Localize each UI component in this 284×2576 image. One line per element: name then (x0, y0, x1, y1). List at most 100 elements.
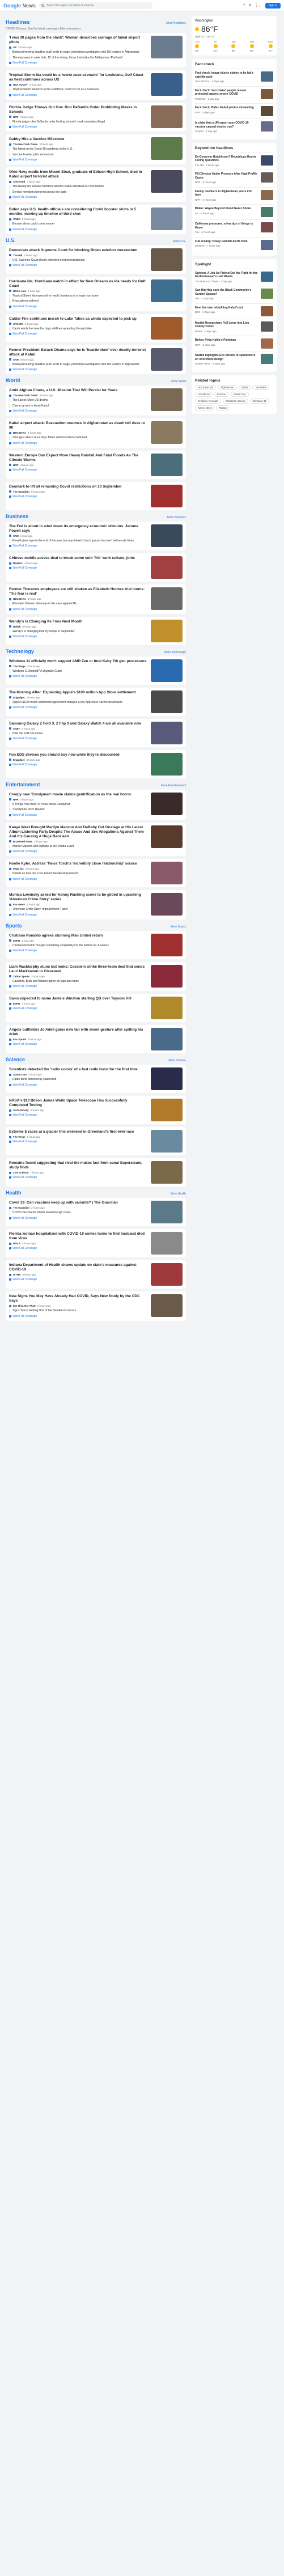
source-name[interactable]: NPR (13, 798, 19, 801)
side-headline[interactable]: Fact check: Image falsely claims to be I… (195, 71, 258, 79)
side-headline[interactable]: Meet the man rebuilding Kabul's art (195, 306, 258, 310)
headline[interactable]: Angels outfielder Jo Adell gains new fan… (9, 1028, 147, 1037)
source-name[interactable]: BBC News (13, 431, 26, 434)
headline[interactable]: Fun EDS devices you should buy now while… (9, 753, 147, 757)
headline[interactable]: Hurricane Ida: Hurricane watch in effect… (9, 279, 147, 289)
related-story[interactable]: Strongest attack since days Biden admini… (9, 436, 147, 440)
section-title[interactable]: U.S. (6, 238, 16, 243)
story-thumbnail[interactable] (151, 1067, 183, 1090)
settings-icon[interactable]: ⚙ (248, 3, 251, 7)
source-name[interactable]: Delish (13, 625, 21, 628)
source-name[interactable]: The New York Times (13, 143, 38, 146)
side-headline[interactable]: Family members in Afghanistan, more info… (195, 190, 258, 197)
full-coverage-link[interactable]: View Full Coverage (9, 368, 147, 371)
side-headline[interactable]: Fact check: Vaccinated people remain pro… (195, 89, 258, 96)
full-coverage-link[interactable]: View Full Coverage (9, 737, 147, 740)
full-coverage-link[interactable]: View Full Coverage (9, 1315, 147, 1318)
side-story[interactable]: Fact check: Image falsely claims to be I… (195, 69, 273, 86)
full-coverage-link[interactable]: View Full Coverage (9, 305, 147, 308)
story-thumbnail[interactable] (151, 73, 183, 96)
related-story[interactable]: Biden preventing deadline push ends to w… (9, 50, 147, 54)
related-story[interactable]: Signs You're Getting One of the Deadlies… (9, 1309, 147, 1313)
full-coverage-link[interactable]: View Full Coverage (9, 1140, 147, 1143)
story-thumbnail[interactable] (151, 752, 183, 776)
related-story[interactable]: The evacuees in seek help: 15 of the air… (9, 56, 147, 60)
headline[interactable]: Monica Lewinsky asked for Kenny Rushing … (9, 893, 147, 902)
story-thumbnail[interactable] (151, 137, 183, 160)
source-name[interactable]: NBC News (13, 598, 26, 600)
story-thumbnail[interactable] (151, 36, 183, 58)
full-coverage-link[interactable]: View Full Coverage (9, 1007, 147, 1010)
story-thumbnail[interactable] (151, 997, 183, 1019)
side-story[interactable]: Fact check: Biden Kabul photos misleadin… (195, 103, 273, 118)
side-story[interactable]: Is claim that a UN report says COVID-19 … (195, 118, 273, 136)
side-headline[interactable]: Can Hip-Hop save the Black Community's G… (195, 289, 258, 296)
headline[interactable]: Florida Judge Throws Out Gov. Ron DeSant… (9, 105, 147, 115)
more-link[interactable]: More Health (171, 1192, 186, 1196)
source-name[interactable]: Page Six (13, 867, 24, 870)
full-coverage-link[interactable]: View Full Coverage (9, 544, 147, 548)
section-title[interactable]: Entertainment (6, 782, 40, 787)
related-story[interactable]: Wendy's is changing their fry recipe in … (9, 629, 147, 633)
headline[interactable]: Kanye West Brought Marilyn Manson And Da… (9, 825, 147, 839)
full-coverage-link[interactable]: View Full Coverage (9, 763, 147, 766)
story-thumbnail[interactable] (151, 421, 183, 444)
apps-icon[interactable]: ⋮⋮ (255, 3, 262, 7)
side-story[interactable]: Seattle highlights Eco Streets to spend … (195, 351, 273, 368)
headline[interactable]: Biden says U.S. health officials are con… (9, 207, 147, 217)
headline[interactable]: Democrats attack Supreme Court for block… (9, 248, 147, 253)
more-link[interactable]: More Business (167, 516, 186, 519)
headline[interactable]: Creepy new 'Candyman' movie claims gentr… (9, 793, 147, 797)
related-story[interactable]: Details on how the 'Love Island' Relatio… (9, 872, 147, 876)
section-title[interactable]: World (6, 378, 20, 383)
more-link[interactable]: More Science (168, 1059, 186, 1062)
side-headline[interactable]: Opinion: A Job Ad Picked Out the Fight f… (195, 272, 258, 279)
source-name[interactable]: CNBC (13, 218, 20, 221)
logo[interactable]: Google News (3, 3, 36, 9)
full-coverage-link[interactable]: View Full Coverage (9, 1176, 147, 1179)
headline[interactable]: Scientists detected the 'radio colors' o… (9, 1067, 147, 1072)
related-story[interactable]: Marilyn Manson and DaBaby at the Donda E… (9, 844, 147, 848)
side-story[interactable]: Meet the man rebuilding Kabul's art BBC ·… (195, 303, 273, 319)
story-thumbnail[interactable] (151, 825, 183, 848)
section-title[interactable]: Business (6, 514, 28, 519)
source-name[interactable]: Fox Sports (13, 1038, 27, 1041)
side-story[interactable]: Before Frida Kahlo's Paintings NPR · 3 da… (195, 336, 273, 351)
source-name[interactable]: Live Science (13, 1171, 28, 1174)
search-input[interactable]: Search for topics, locations & sources (39, 2, 153, 9)
source-name[interactable]: Fox News (13, 903, 25, 906)
source-name[interactable]: Yahoo Sports (13, 975, 29, 978)
topic-chip[interactable]: Kabul (238, 384, 251, 390)
headline[interactable]: New Signs You May Have Already Had COVID… (9, 1294, 147, 1303)
full-coverage-link[interactable]: View Full Coverage (9, 949, 147, 952)
source-name[interactable]: SciTechDaily (13, 1109, 29, 1112)
more-link[interactable]: More U.S. (173, 240, 186, 243)
source-name[interactable]: WTHR (13, 1273, 21, 1276)
story-thumbnail[interactable] (151, 316, 183, 340)
source-name[interactable]: ESPN (13, 939, 20, 942)
side-story[interactable]: Biden: Wayne Beyond Flood Nears Shore AP … (195, 204, 273, 219)
story-thumbnail[interactable] (151, 1161, 183, 1184)
story-thumbnail[interactable] (151, 248, 183, 271)
full-coverage-link[interactable]: View Full Coverage (9, 468, 147, 472)
headline[interactable]: Remains found suggesting that rival the … (9, 1161, 147, 1170)
headline[interactable]: Florida woman hospitalized with COVID-19… (9, 1232, 147, 1241)
source-name[interactable]: WFLA (13, 1242, 20, 1245)
related-story[interactable]: Clamor grows to leave Kabul (9, 404, 147, 408)
more-link[interactable]: More World (171, 380, 186, 383)
section-title[interactable]: Health (6, 1190, 22, 1196)
story-thumbnail[interactable] (151, 1099, 183, 1121)
story-thumbnail[interactable] (151, 690, 183, 713)
related-story[interactable]: Elizabeth Holmes' attorneys in the case … (9, 602, 147, 606)
source-name[interactable]: The New York Times (13, 394, 38, 397)
related-story[interactable]: 5 Things You Need To Know About Candyman (9, 802, 147, 806)
topic-chip[interactable]: Windows 11 (249, 398, 269, 404)
related-story[interactable]: Florida judge rules DeSantis order limit… (9, 120, 147, 124)
side-story[interactable]: Opinion: A Job Ad Picked Out the Fight f… (195, 268, 273, 286)
full-coverage-link[interactable]: View Full Coverage (9, 442, 147, 445)
source-name[interactable]: The Hill (13, 254, 22, 257)
section-title[interactable]: Headlines (6, 19, 30, 25)
full-coverage-link[interactable]: View Full Coverage (9, 1278, 147, 1281)
sign-in-button[interactable]: Sign in (265, 2, 281, 9)
full-coverage-link[interactable]: View Full Coverage (9, 94, 147, 97)
